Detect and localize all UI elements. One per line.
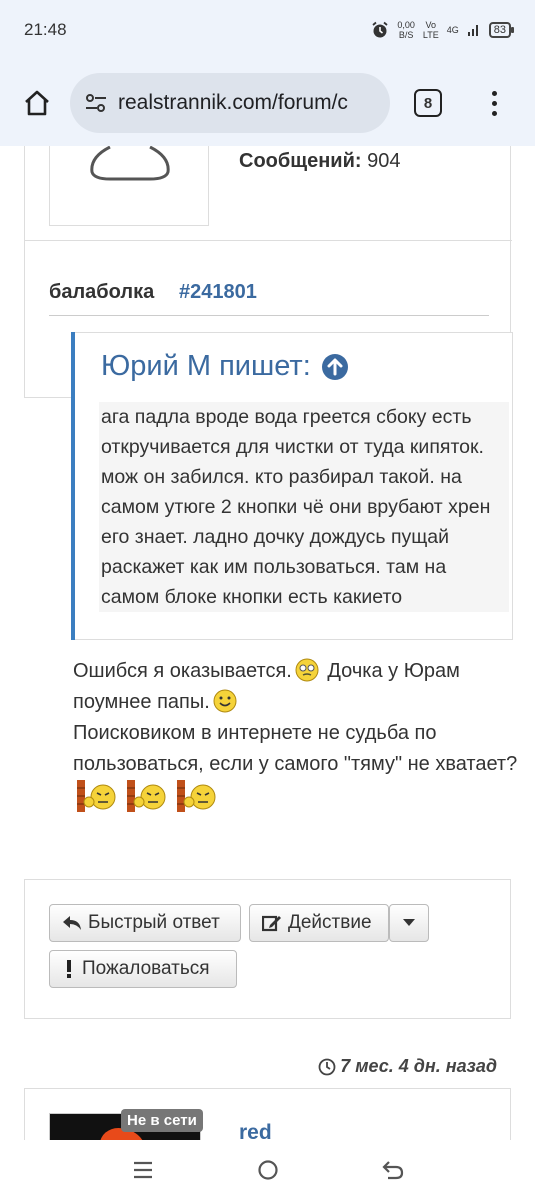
- avatar[interactable]: [49, 146, 209, 226]
- quick-reply-button[interactable]: Быстрый ответ: [49, 904, 241, 942]
- alarm-icon: [372, 21, 388, 38]
- post-card: Сообщений: 904 балаболка #241801 Юрий М …: [24, 146, 517, 812]
- back-button[interactable]: [373, 1150, 413, 1190]
- site-settings-icon[interactable]: [84, 93, 108, 113]
- status-icons: 0,00 B/S Vo LTE 4G 83: [371, 20, 515, 40]
- username-link[interactable]: red: [239, 1121, 272, 1140]
- back-icon: [381, 1161, 403, 1180]
- net-speed: 0,00 B/S: [397, 20, 415, 40]
- exclamation-icon: [62, 960, 76, 978]
- confused-smiley-icon: [295, 658, 319, 682]
- post-number-link[interactable]: #241801: [179, 281, 257, 304]
- address-bar[interactable]: realstrannik.com/forum/c: [70, 73, 390, 133]
- browser-toolbar: realstrannik.com/forum/c 8: [0, 60, 535, 146]
- next-post-card: Не в сети red: [24, 1088, 511, 1140]
- signal-icon: [467, 25, 478, 36]
- post-body: Ошибся я оказывается. Дочка у Юрам поумн…: [73, 656, 523, 816]
- edit-icon: [262, 914, 282, 932]
- message-count: Сообщений: 904: [239, 150, 401, 172]
- wall-bang-smiley-icon: [177, 780, 216, 812]
- arrow-up-circle-icon[interactable]: [321, 353, 349, 381]
- home-nav-button[interactable]: [248, 1150, 288, 1190]
- post-actions: Быстрый ответ Действие Пожаловаться: [24, 879, 511, 1019]
- url-text: realstrannik.com/forum/c: [118, 91, 348, 114]
- divider: [49, 315, 489, 316]
- system-navigation-bar: [0, 1140, 535, 1200]
- reply-icon: [62, 915, 82, 931]
- post-timestamp: 7 мес. 4 дн. назад: [318, 1056, 497, 1077]
- tab-switcher-button[interactable]: 8: [414, 89, 442, 117]
- caret-down-icon: [403, 919, 415, 926]
- action-dropdown-button[interactable]: [389, 904, 429, 942]
- page-content: Сообщений: 904 балаболка #241801 Юрий М …: [0, 146, 535, 1140]
- recents-icon: [133, 1161, 152, 1179]
- status-badge: Не в сети: [121, 1109, 203, 1132]
- quote-text: ага падла вроде вода греется сбоку есть …: [99, 402, 509, 612]
- volte-indicator: Vo LTE: [422, 20, 439, 40]
- action-button[interactable]: Действие: [249, 904, 389, 942]
- wall-bang-smiley-icon: [127, 780, 166, 812]
- network-type: 4G: [446, 25, 459, 35]
- home-circle-icon: [257, 1160, 278, 1180]
- browser-menu-button[interactable]: [492, 90, 497, 116]
- battery-indicator: 83: [488, 22, 515, 38]
- smile-icon: [213, 689, 237, 713]
- status-bar: 21:48 0,00 B/S Vo LTE 4G 83: [0, 0, 535, 60]
- home-icon: [25, 90, 49, 116]
- quote-author: Юрий М пишет:: [101, 350, 349, 383]
- wall-bang-smiley-icon: [77, 780, 116, 812]
- clock: 21:48: [24, 20, 67, 39]
- recent-apps-button[interactable]: [123, 1150, 163, 1190]
- quote-block: Юрий М пишет: ага падла вроде вода греет…: [71, 332, 513, 640]
- clock-icon: [318, 1058, 336, 1075]
- avatar-placeholder-icon: [90, 146, 170, 181]
- home-button[interactable]: [14, 80, 60, 126]
- divider: [25, 240, 512, 241]
- report-button[interactable]: Пожаловаться: [49, 950, 237, 988]
- post-title: балаболка: [49, 281, 155, 303]
